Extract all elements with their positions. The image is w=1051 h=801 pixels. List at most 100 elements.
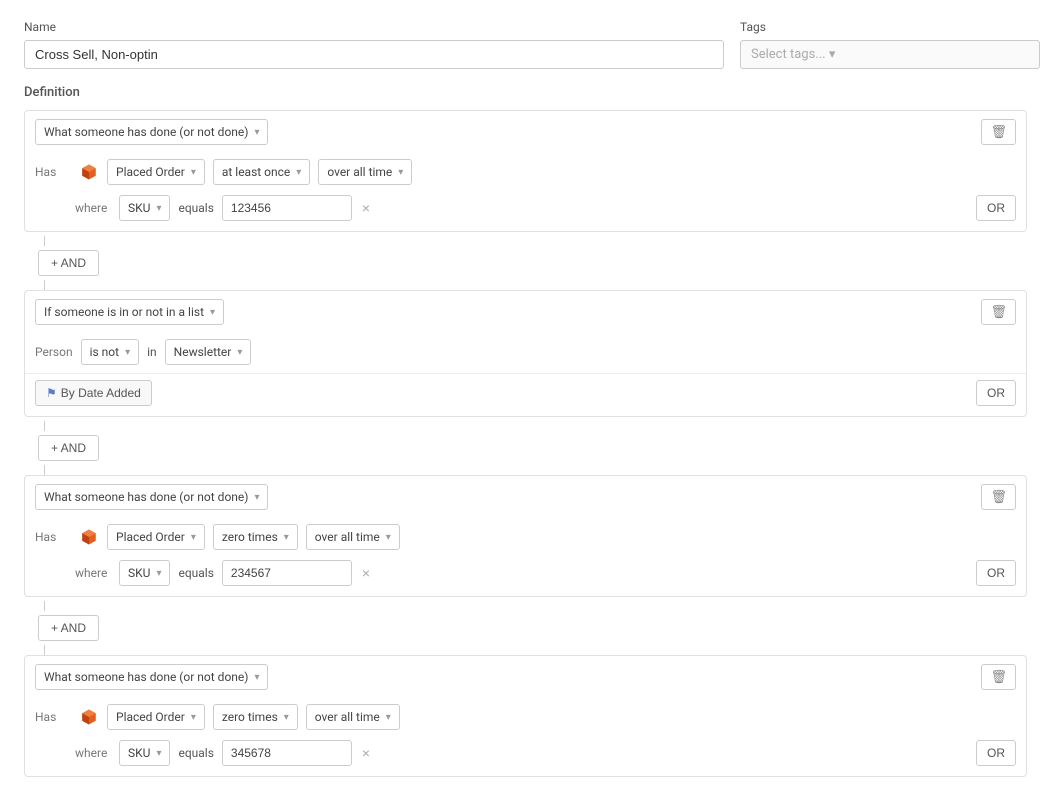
property-select-4[interactable]: SKU ▾ xyxy=(119,740,170,766)
magento-icon-4 xyxy=(79,707,99,727)
time-select-4[interactable]: over all time ▾ xyxy=(306,704,400,730)
event-select-4[interactable]: Placed Order ▾ xyxy=(107,704,205,730)
tags-caret-icon: ▾ xyxy=(829,47,836,62)
frequency-caret-1: ▾ xyxy=(296,167,301,178)
tags-label: Tags xyxy=(740,20,1040,34)
clear-value-1[interactable]: × xyxy=(360,199,372,217)
name-label: Name xyxy=(24,20,724,34)
operator-label-3: equals xyxy=(178,566,213,580)
connector-line-2b xyxy=(44,465,45,475)
condition-type-caret-2: ▾ xyxy=(210,307,215,318)
event-select-1[interactable]: Placed Order ▾ xyxy=(107,159,205,185)
has-label-1: Has xyxy=(35,165,71,179)
date-filter-btn-2[interactable]: ⚑ By Date Added xyxy=(35,380,152,406)
event-caret-3: ▾ xyxy=(191,532,196,543)
event-caret-1: ▾ xyxy=(191,167,196,178)
or-button-4[interactable]: OR xyxy=(976,740,1016,766)
delete-block-3[interactable]: 🗑 xyxy=(981,484,1016,510)
connector-line-1b xyxy=(44,280,45,290)
connector-line-2 xyxy=(44,421,45,431)
condition-type-select-4[interactable]: What someone has done (or not done) ▾ xyxy=(35,664,268,690)
tags-placeholder: Select tags... xyxy=(751,47,826,62)
where-label-1: where xyxy=(75,201,111,215)
connector-line-3 xyxy=(44,601,45,611)
and-button-2[interactable]: + AND xyxy=(38,435,99,461)
date-filter-label-2: By Date Added xyxy=(61,386,141,400)
value-input-3[interactable] xyxy=(222,560,352,586)
list-caret-2: ▾ xyxy=(237,347,242,358)
condition-type-label-3: What someone has done (or not done) xyxy=(44,490,248,504)
frequency-label-3: zero times xyxy=(222,530,278,544)
event-label-1: Placed Order xyxy=(116,165,185,179)
property-select-3[interactable]: SKU ▾ xyxy=(119,560,170,586)
name-input[interactable] xyxy=(24,40,724,69)
property-label-3: SKU xyxy=(128,566,150,580)
time-label-1: over all time xyxy=(327,165,392,179)
person-label-2: Person xyxy=(35,345,73,359)
event-label-3: Placed Order xyxy=(116,530,185,544)
time-label-3: over all time xyxy=(315,530,380,544)
delete-block-4[interactable]: 🗑 xyxy=(981,664,1016,690)
isnot-caret-2: ▾ xyxy=(125,347,130,358)
condition-block-1: What someone has done (or not done) ▾ 🗑 … xyxy=(24,110,1027,232)
condition-type-caret-4: ▾ xyxy=(254,672,259,683)
value-input-1[interactable] xyxy=(222,195,352,221)
property-label-1: SKU xyxy=(128,201,150,215)
tags-select[interactable]: Select tags... ▾ xyxy=(740,40,1040,69)
delete-icon-1: 🗑 xyxy=(990,124,1007,140)
property-select-1[interactable]: SKU ▾ xyxy=(119,195,170,221)
connector-line-1 xyxy=(44,236,45,246)
has-label-4: Has xyxy=(35,710,71,724)
condition-type-caret-1: ▾ xyxy=(254,127,259,138)
event-label-4: Placed Order xyxy=(116,710,185,724)
operator-label-1: equals xyxy=(178,201,213,215)
frequency-label-1: at least once xyxy=(222,165,290,179)
where-label-4: where xyxy=(75,746,111,760)
frequency-select-1[interactable]: at least once ▾ xyxy=(213,159,310,185)
condition-block-2: If someone is in or not in a list ▾ 🗑 Pe… xyxy=(24,290,1027,417)
where-label-3: where xyxy=(75,566,111,580)
clear-value-4[interactable]: × xyxy=(360,744,372,762)
condition-type-select-2[interactable]: If someone is in or not in a list ▾ xyxy=(35,299,224,325)
time-caret-1: ▾ xyxy=(398,167,403,178)
condition-type-label-4: What someone has done (or not done) xyxy=(44,670,248,684)
magento-icon-3 xyxy=(79,527,99,547)
delete-block-2[interactable]: 🗑 xyxy=(981,299,1016,325)
frequency-select-4[interactable]: zero times ▾ xyxy=(213,704,298,730)
condition-type-label-1: What someone has done (or not done) xyxy=(44,125,248,139)
connector-line-3b xyxy=(44,645,45,655)
and-button-3[interactable]: + AND xyxy=(38,615,99,641)
condition-type-caret-3: ▾ xyxy=(254,492,259,503)
time-select-1[interactable]: over all time ▾ xyxy=(318,159,412,185)
in-label-2: in xyxy=(147,345,157,359)
property-caret-4: ▾ xyxy=(156,748,161,759)
or-button-1[interactable]: OR xyxy=(976,195,1016,221)
or-button-2[interactable]: OR xyxy=(976,380,1016,406)
time-caret-3: ▾ xyxy=(386,532,391,543)
isnot-select-2[interactable]: is not ▾ xyxy=(81,339,140,365)
frequency-select-3[interactable]: zero times ▾ xyxy=(213,524,298,550)
condition-type-select-1[interactable]: What someone has done (or not done) ▾ xyxy=(35,119,268,145)
frequency-label-4: zero times xyxy=(222,710,278,724)
event-select-3[interactable]: Placed Order ▾ xyxy=(107,524,205,550)
condition-block-4: What someone has done (or not done) ▾ 🗑 … xyxy=(24,655,1027,777)
property-caret-3: ▾ xyxy=(156,568,161,579)
delete-icon-4: 🗑 xyxy=(990,669,1007,685)
delete-icon-2: 🗑 xyxy=(990,304,1007,320)
list-select-2[interactable]: Newsletter ▾ xyxy=(165,339,252,365)
has-label-3: Has xyxy=(35,530,71,544)
property-caret-1: ▾ xyxy=(156,203,161,214)
time-select-3[interactable]: over all time ▾ xyxy=(306,524,400,550)
and-button-1[interactable]: + AND xyxy=(38,250,99,276)
or-button-3[interactable]: OR xyxy=(976,560,1016,586)
condition-type-label-2: If someone is in or not in a list xyxy=(44,305,204,319)
condition-block-3: What someone has done (or not done) ▾ 🗑 … xyxy=(24,475,1027,597)
time-label-4: over all time xyxy=(315,710,380,724)
condition-type-select-3[interactable]: What someone has done (or not done) ▾ xyxy=(35,484,268,510)
value-input-4[interactable] xyxy=(222,740,352,766)
frequency-caret-3: ▾ xyxy=(284,532,289,543)
list-label-2: Newsletter xyxy=(174,345,232,359)
clear-value-3[interactable]: × xyxy=(360,564,372,582)
delete-block-1[interactable]: 🗑 xyxy=(981,119,1016,145)
definition-label: Definition xyxy=(24,85,1027,100)
